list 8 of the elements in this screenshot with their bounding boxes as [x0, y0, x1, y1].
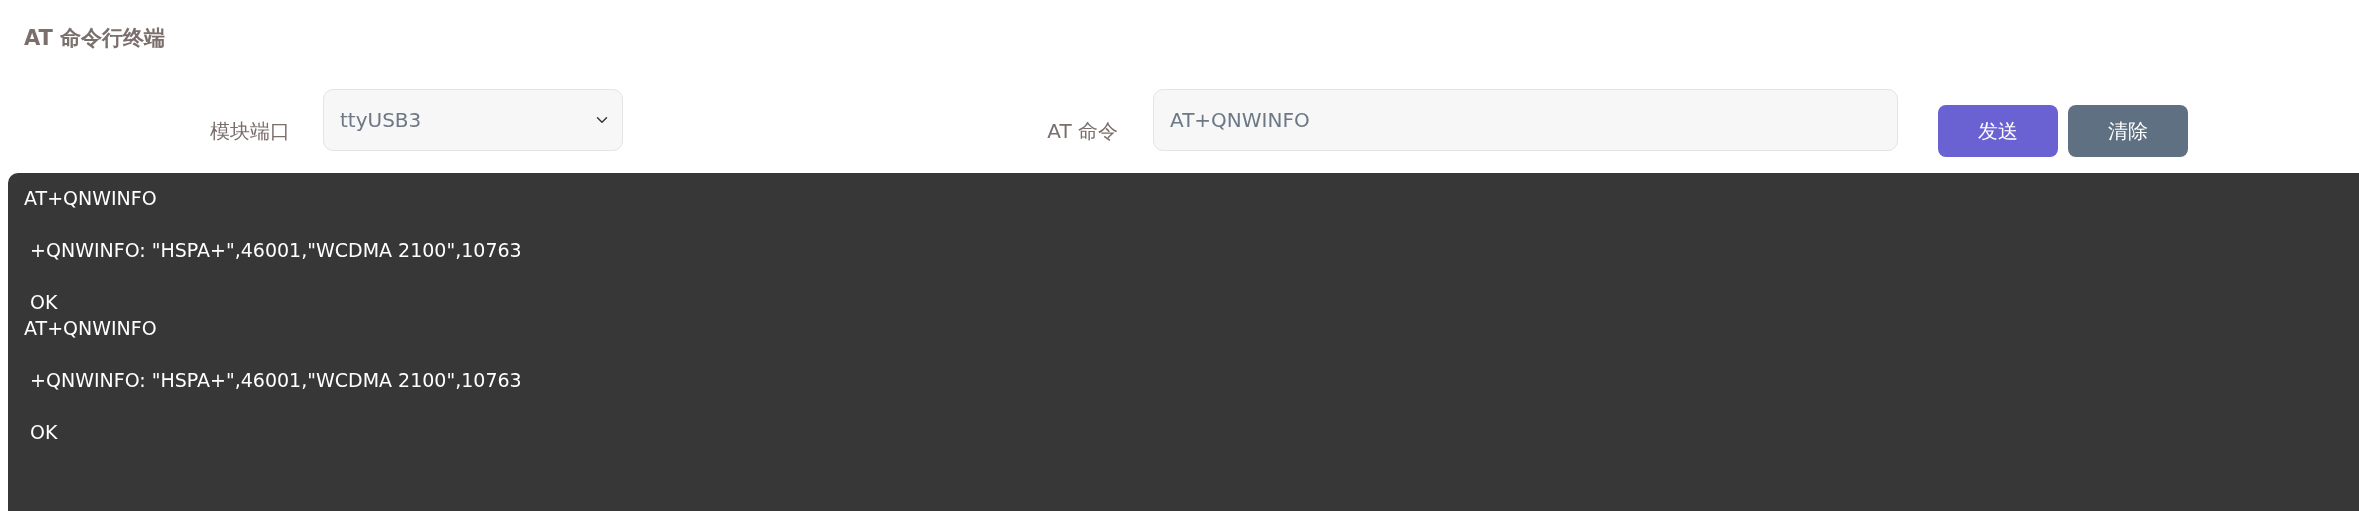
command-label: AT 命令 [1046, 118, 1118, 145]
page-title: AT 命令行终端 [23, 25, 167, 52]
port-label: 模块端口 [209, 118, 290, 145]
port-select[interactable]: ttyUSB3 [323, 89, 623, 151]
send-button[interactable]: 发送 [1938, 105, 2058, 157]
terminal-output: AT+QNWINFO +QNWINFO: "HSPA+",46001,"WCDMA 2100",10763 OK AT+QNWINFO +QNWINFO: "HSPA+",46001,"WCDMA 2100",10763 OK [24, 186, 523, 445]
command-input[interactable]: AT+QNWINFO [1153, 89, 1898, 151]
clear-button[interactable]: 清除 [2068, 105, 2188, 157]
